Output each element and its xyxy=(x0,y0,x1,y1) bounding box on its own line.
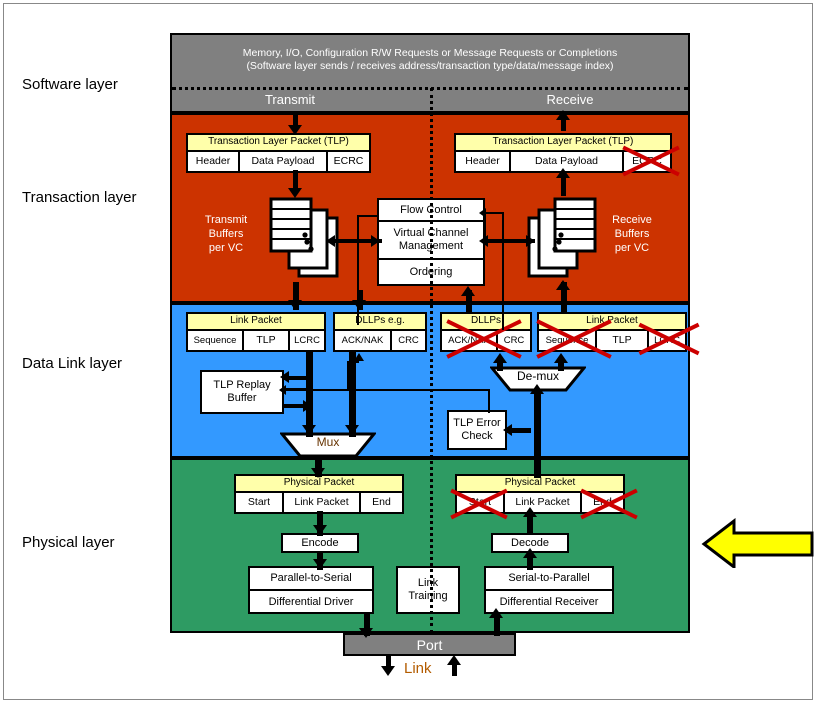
differential-receiver-block[interactable]: Differential Receiver xyxy=(486,591,612,614)
tx-physical-packet: Physical Packet Start Link Packet End xyxy=(234,474,404,514)
tx-tlp-cell-header: Header xyxy=(188,152,240,171)
arrow-demux-to-rxlinkpacket xyxy=(554,353,568,363)
receive-label: Receive xyxy=(546,92,594,107)
layer-label-datalink: Data Link layer xyxy=(22,355,123,372)
tx-tlp-cell-ecrc: ECRC xyxy=(333,155,364,167)
tx-phy-cell-end: End xyxy=(372,496,391,508)
arrow-replay-in-1 xyxy=(280,371,289,383)
tx-dllp-title: DLLPs e.g. xyxy=(335,314,425,331)
arrow-phy-to-demux xyxy=(530,384,544,394)
layer-label-physical: Physical layer xyxy=(22,534,115,551)
arrow-to-dllp xyxy=(352,300,366,310)
tx-lp-cell-sequence: Sequence xyxy=(188,331,244,350)
arrow-rx-dllp-up xyxy=(461,286,475,296)
tx-buffers-label: Transmit Buffers per VC xyxy=(204,214,248,254)
tx-dllp-cell-acknak: ACK/NAK xyxy=(335,331,392,350)
tx-lp-cell-lcrc: LCRC xyxy=(294,335,320,346)
tlp-replay-buffer[interactable]: TLP Replay Buffer xyxy=(200,370,284,414)
tx-tlp-title: Transaction Layer Packet (TLP) xyxy=(188,135,369,152)
conn-acknak-feedback-horiz xyxy=(284,389,490,391)
x-mark-rx-sequence xyxy=(533,314,615,360)
layer-label-software: Software layer xyxy=(22,76,118,93)
tx-rx-divider-dotted xyxy=(430,88,433,633)
arrow-demux-to-rxdllp xyxy=(493,353,507,363)
arrow-replay-out xyxy=(303,400,312,412)
arrow-sw-to-tlp xyxy=(288,125,302,135)
software-layer-line2: (Software layer sends / receives address… xyxy=(246,60,614,72)
arrow-rx-linkpacket-to-buf xyxy=(556,280,570,290)
arrow-tlp-to-sw xyxy=(556,110,570,120)
x-mark-rx-lcrc xyxy=(636,314,702,360)
arrow-linkpacket-to-mux xyxy=(302,425,316,435)
conn-fc-right-vert xyxy=(502,212,504,330)
x-mark-rx-dllp xyxy=(443,314,525,360)
arrow-link-up xyxy=(447,655,461,665)
x-mark-rx-phy-start xyxy=(448,480,510,524)
arrow-fc-to-flowcontrol xyxy=(479,208,486,218)
conn-phy-to-demux xyxy=(534,390,541,458)
conn-acknak-feedback-corner xyxy=(347,361,359,363)
conn-acknak-feedback-up xyxy=(347,361,349,389)
rx-phy-receiver-group: Serial-to-Parallel Differential Receiver xyxy=(484,566,614,614)
tx-phy-title: Physical Packet xyxy=(236,476,402,493)
arrow-mux-to-phypacket xyxy=(311,468,325,478)
serial-to-parallel-block[interactable]: Serial-to-Parallel xyxy=(486,568,612,591)
arrow-link-down xyxy=(381,666,395,676)
conn-fc-right-top xyxy=(484,212,504,214)
tx-tlp-cell-payload: Data Payload xyxy=(240,152,328,171)
mux-label: Mux xyxy=(316,435,340,449)
layer-label-transaction: Transaction layer xyxy=(22,189,137,206)
arrow-txbuf-to-center xyxy=(371,235,380,247)
arrow-rxbuf-to-tlp xyxy=(556,168,570,178)
tx-dllp-cell-crc: CRC xyxy=(398,335,419,346)
encode-block[interactable]: Encode xyxy=(281,533,359,553)
conn-errorcheck-to-feedback xyxy=(488,389,490,413)
tx-phy-cell-linkpacket: Link Packet xyxy=(284,493,361,512)
rx-phy-cell-linkpacket: Link Packet xyxy=(505,493,582,512)
link-label: Link xyxy=(404,660,432,677)
demux-label: De-mux xyxy=(516,369,559,383)
rx-tlp-cell-header: Header xyxy=(456,152,511,171)
conn-fc-left-top xyxy=(357,215,379,217)
arrow-driver-to-port xyxy=(359,628,373,638)
diagram-root: Software layer Transaction layer Data Li… xyxy=(0,0,818,705)
x-mark-rx-ecrc xyxy=(620,136,682,182)
tx-phy-cell-start: Start xyxy=(236,493,284,512)
tx-link-packet: Link Packet Sequence TLP LCRC xyxy=(186,312,326,352)
arrow-dllp-to-mux xyxy=(345,425,359,435)
arrow-txbuf-to-linkpacket xyxy=(288,300,302,310)
x-mark-rx-phy-end xyxy=(578,480,640,524)
arrow-phypacket-to-encode xyxy=(313,525,327,535)
arrow-port-to-receiver xyxy=(489,608,503,618)
arrow-tlp-to-txbuf xyxy=(288,188,302,198)
transmit-label: Transmit xyxy=(264,92,316,107)
arrow-center-to-rxbuf xyxy=(526,235,535,247)
differential-driver-block[interactable]: Differential Driver xyxy=(250,591,372,614)
arrow-s2p-to-decode xyxy=(523,548,537,558)
tx-dllp-packet: DLLPs e.g. ACK/NAK CRC xyxy=(333,312,427,352)
parallel-to-serial-block[interactable]: Parallel-to-Serial xyxy=(250,568,372,591)
conn-demux-out-linkpacket xyxy=(558,363,564,371)
conn-demux-out-dllp xyxy=(497,363,503,371)
tx-phy-driver-group: Parallel-to-Serial Differential Driver xyxy=(248,566,374,614)
rx-buffers-label: Receive Buffers per VC xyxy=(612,214,652,254)
arrow-decode-to-rxphypacket xyxy=(523,507,537,517)
arrow-acknak-feedback xyxy=(354,353,364,361)
tlp-error-check[interactable]: TLP Error Check xyxy=(447,410,507,450)
tx-lp-cell-tlp: TLP xyxy=(244,331,290,350)
software-layer-line1: Memory, I/O, Configuration R/W Requests … xyxy=(242,47,618,59)
arrow-demux-to-errorcheck xyxy=(503,424,512,436)
tx-link-packet-title: Link Packet xyxy=(188,314,324,331)
conn-rxphy-up xyxy=(534,458,541,478)
arrow-center-to-txbuf xyxy=(326,235,335,247)
arrow-encode-to-p2s xyxy=(313,559,327,569)
tx-tlp-packet: Transaction Layer Packet (TLP) Header Da… xyxy=(186,133,371,173)
link-training-block[interactable]: Link Training xyxy=(396,566,460,614)
